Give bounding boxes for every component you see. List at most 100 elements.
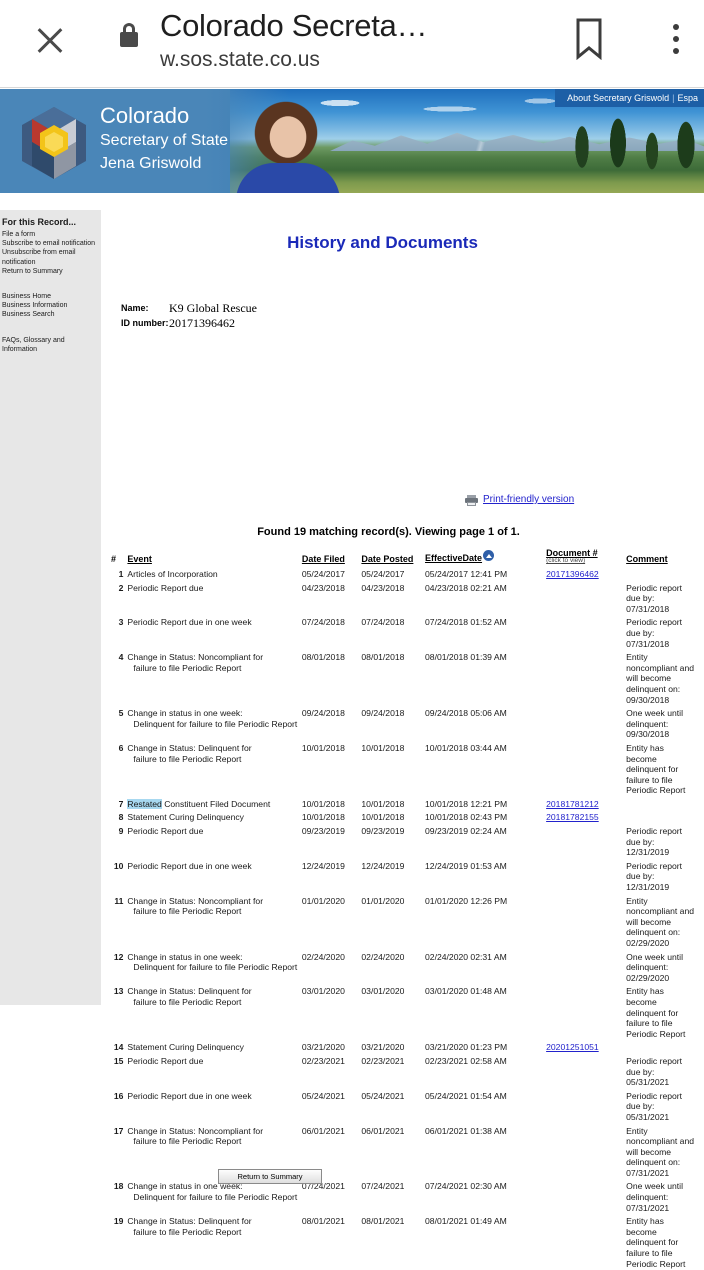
row-event: Change in status in one week: Delinquent … (127, 1179, 301, 1214)
banner-official: Jena Griswold (100, 155, 202, 172)
row-event: Change in status in one week: Delinquent … (127, 950, 301, 985)
col-header-event[interactable]: Event (127, 548, 301, 567)
row-comment: Entity noncompliant and will become deli… (626, 895, 694, 948)
document-number-link[interactable]: 20171396462 (546, 569, 599, 579)
table-row: 7 Restated Constituent Filed Document 10/0… (111, 797, 696, 811)
row-date-filed: 10/01/2018 (301, 798, 345, 809)
row-comment: Periodic report due by: 12/31/2019 (626, 826, 683, 858)
overflow-menu-icon[interactable] (668, 18, 684, 62)
sidebar-item-business-home[interactable]: Business Home (2, 292, 98, 301)
banner-state: Colorado (100, 103, 190, 128)
row-event: Statement Curing Delinquency (127, 1040, 301, 1054)
row-event-line1: Change in Status: Delinquent for (127, 986, 252, 997)
document-number-link[interactable]: 20181782155 (546, 812, 599, 822)
results-summary: Found 19 matching record(s). Viewing pag… (257, 526, 520, 538)
row-comment: One week until delinquent: 02/29/2020 (626, 951, 684, 983)
table-head: # Event Date Filed Date Posted Effective… (111, 548, 696, 567)
row-document (546, 706, 626, 741)
row-date-filed: 05/24/2021 (301, 1090, 345, 1101)
sidebar-item-business-information[interactable]: Business Information (2, 301, 98, 310)
row-date-posted: 04/23/2018 (361, 582, 405, 593)
row-number: 13 (113, 986, 124, 997)
nav-about-secretary[interactable]: About Secretary Griswold (567, 93, 669, 103)
site-banner: Colorado Secretary of State Jena Griswol… (0, 89, 704, 193)
col-header-date-filed[interactable]: Date Filed (302, 548, 362, 567)
row-comment: Entity has become delinquent for failure… (626, 986, 686, 1039)
row-date-filed: 05/24/2017 (301, 569, 345, 579)
row-event: Change in status in one week: Delinquent … (127, 706, 301, 741)
menu-dot-1 (673, 24, 679, 30)
row-document (546, 1054, 626, 1089)
row-effective-date: 10/01/2018 02:43 PM (425, 812, 508, 823)
row-event-line2: failure to file Periodic Report (133, 996, 242, 1007)
sidebar-item-business-search[interactable]: Business Search (2, 310, 98, 319)
table-row: 2 Periodic Report due 04/23/2018 04/23/2018… (111, 581, 696, 616)
row-date-posted: 09/24/2018 (361, 708, 405, 719)
row-effective-date: 07/24/2018 01:52 AM (425, 617, 507, 628)
col-header-date-posted[interactable]: Date Posted (361, 548, 425, 567)
row-document[interactable]: 20171396462 (546, 567, 626, 581)
row-comment: Periodic report due by: 07/31/2018 (626, 582, 683, 614)
document-number-link[interactable]: 20201251051 (546, 1042, 599, 1052)
table-row: 15 Periodic Report due 02/23/2021 02/23/202… (111, 1054, 696, 1089)
row-event-line1: Change in status in one week: (127, 951, 243, 962)
record-info: Name: K9 Global Rescue ID number:20171396… (121, 301, 257, 331)
table-row: 12 Change in status in one week: Delinquen… (111, 950, 696, 985)
sidebar-item-file-a-form[interactable]: File a form (2, 230, 98, 239)
row-number: 14 (113, 1042, 124, 1053)
sidebar-item-subscribe-email[interactable]: Subscribe to email notification (2, 239, 98, 248)
row-document (546, 1089, 626, 1124)
sidebar-item-return-to-summary[interactable]: Return to Summary (2, 267, 98, 276)
row-effective-date: 02/23/2021 02:58 AM (425, 1055, 507, 1066)
table-row: 1 Articles of Incorporation 05/24/2017 05/2… (111, 567, 696, 581)
row-event-line1: Change in Status: Noncompliant for (127, 652, 264, 663)
sidebar-item-faqs-glossary[interactable]: FAQs, Glossary and Information (2, 336, 98, 354)
row-date-filed: 02/23/2021 (301, 1055, 345, 1066)
close-icon[interactable] (30, 20, 70, 60)
row-number: 9 (118, 826, 124, 837)
nav-espanol[interactable]: Espa (677, 93, 698, 103)
row-event: Periodic Report due in one week (127, 1089, 301, 1124)
row-event-line2: failure to file Periodic Report (133, 662, 242, 673)
row-event-line1: Change in Status: Noncompliant for (127, 895, 264, 906)
row-effective-date: 05/24/2017 12:41 PM (425, 569, 508, 579)
table-row: 17 Change in Status: Noncompliant for fail… (111, 1124, 696, 1180)
print-friendly-link[interactable]: Print-friendly version (483, 494, 574, 505)
row-comment: Entity has become delinquent for failure… (626, 1216, 686, 1269)
row-event: Change in Status: Noncompliant for failur… (127, 894, 301, 950)
return-to-summary-button[interactable]: Return to Summary (218, 1169, 322, 1184)
address-bar-url[interactable]: w.sos.state.co.us (160, 48, 560, 72)
row-document (546, 824, 626, 859)
row-document[interactable]: 20201251051 (546, 1040, 626, 1054)
row-date-posted: 05/24/2021 (361, 1090, 405, 1101)
row-date-filed: 08/01/2021 (301, 1216, 345, 1227)
row-date-filed: 09/23/2019 (301, 826, 345, 837)
sidebar-item-unsubscribe-email[interactable]: Unsubscribe from email notification (2, 248, 98, 266)
row-comment: Periodic report due by: 05/31/2021 (626, 1055, 683, 1088)
page-title: History and Documents (287, 233, 478, 252)
row-effective-date: 03/21/2020 01:23 PM (425, 1042, 508, 1053)
row-event-line2: Delinquent for failure to file Periodic … (133, 962, 298, 973)
row-document (546, 950, 626, 985)
row-date-posted: 03/01/2020 (361, 986, 405, 997)
table-row: 5 Change in status in one week: Delinquent… (111, 706, 696, 741)
sort-ascending-icon[interactable] (483, 550, 495, 561)
row-number: 4 (118, 652, 124, 663)
bookmark-icon[interactable] (574, 18, 604, 60)
row-number: 15 (113, 1055, 124, 1066)
document-number-link[interactable]: 20181781212 (546, 799, 599, 809)
col-header-document[interactable]: Document # (click to view) (546, 548, 626, 567)
col-header-effective-date[interactable]: EffectiveDate (425, 548, 546, 567)
row-date-filed: 04/23/2018 (301, 582, 345, 593)
banner-top-navigation: About Secretary Griswold | Espa (555, 89, 704, 107)
row-date-posted: 06/01/2021 (361, 1125, 405, 1136)
row-document[interactable]: 20181782155 (546, 810, 626, 824)
sidebar-heading: For this Record... (2, 217, 77, 227)
row-event-line1: Periodic Report due (127, 1055, 204, 1066)
lock-body (120, 32, 138, 47)
row-number: 11 (114, 895, 124, 906)
row-number: 12 (113, 951, 124, 962)
row-date-filed: 09/24/2018 (301, 708, 345, 719)
row-date-posted: 01/01/2020 (361, 895, 405, 906)
row-document[interactable]: 20181781212 (546, 797, 626, 811)
